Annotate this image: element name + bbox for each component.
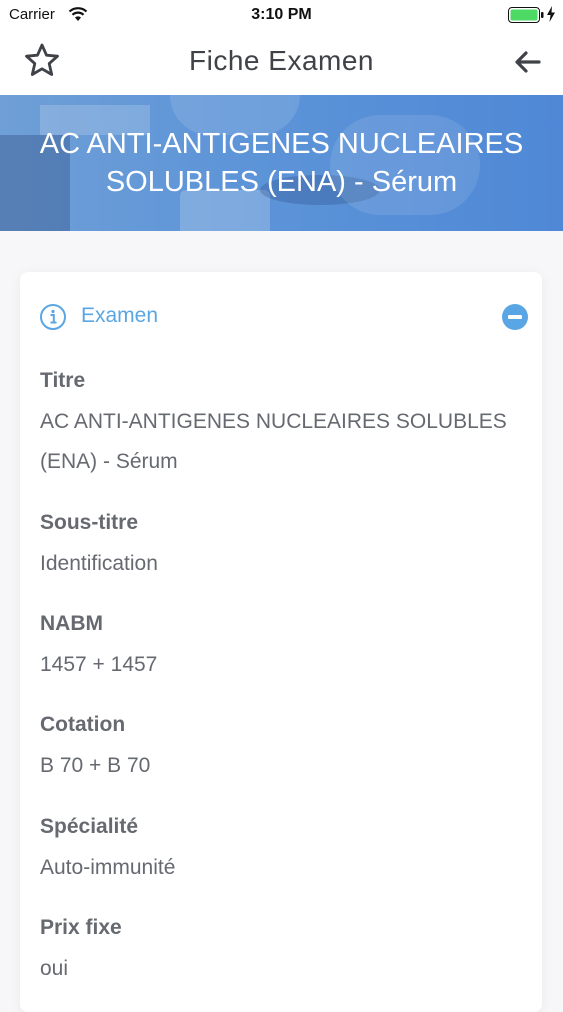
status-bar: Carrier 3:10 PM [0, 0, 563, 30]
navigation-bar: Fiche Examen [0, 30, 563, 95]
field-label-prix-fixe: Prix fixe [40, 916, 122, 939]
arrow-left-icon[interactable] [512, 46, 544, 78]
field-label-specialite: Spécialité [40, 815, 139, 838]
charging-bolt-icon [547, 6, 555, 22]
field-value-nabm: 1457 + 1457 [40, 653, 158, 676]
field-label-cotation: Cotation [40, 713, 126, 736]
section-header-examen[interactable]: Examen [20, 272, 542, 360]
field-label-nabm: NABM [40, 612, 103, 635]
exam-details-card: Examen Titre AC ANTI-ANTIGENES NUCLEAIRE… [20, 272, 542, 1012]
status-time: 3:10 PM [251, 6, 312, 23]
field-value-specialite: Auto-immunité [40, 856, 176, 879]
field-label-titre: Titre [40, 369, 86, 392]
collapse-minus-icon[interactable] [501, 303, 529, 331]
field-value-sous-titre: Identification [40, 552, 158, 575]
banner-title: AC ANTI-ANTIGENES NUCLEAIRES SOLUBLES (E… [39, 128, 524, 198]
field-value-cotation: B 70 + B 70 [40, 754, 151, 777]
section-label: Examen [81, 304, 159, 327]
exam-banner: AC ANTI-ANTIGENES NUCLEAIRES SOLUBLES (E… [0, 95, 563, 231]
page-title: Fiche Examen [189, 45, 374, 76]
info-circle-icon [40, 304, 66, 330]
field-label-sous-titre: Sous-titre [40, 511, 139, 534]
field-value-prix-fixe: oui [40, 957, 69, 980]
field-value-titre: AC ANTI-ANTIGENES NUCLEAIRES SOLUBLES (E… [40, 410, 507, 473]
battery-icon [508, 7, 544, 23]
